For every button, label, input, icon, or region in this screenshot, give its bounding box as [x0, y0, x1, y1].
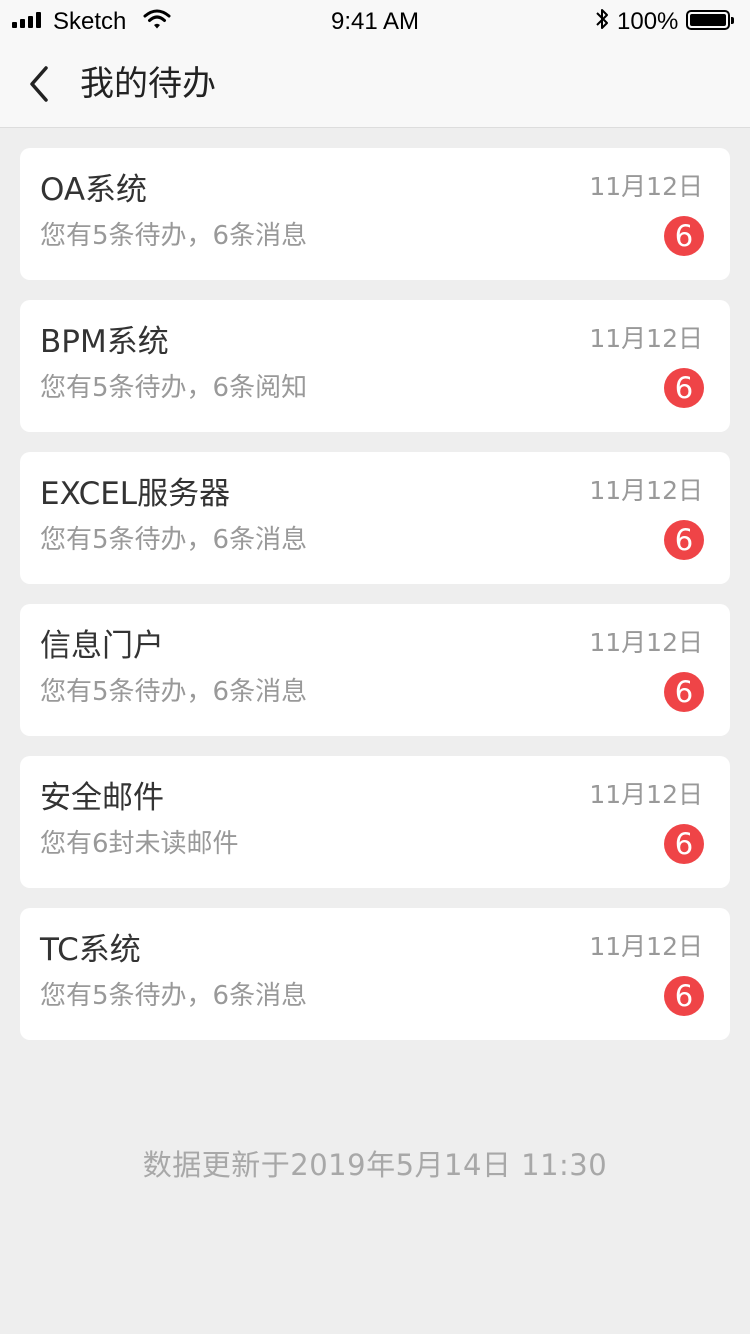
unread-badge: 6 [664, 824, 704, 864]
back-button[interactable] [22, 62, 62, 106]
unread-badge: 6 [664, 672, 704, 712]
battery-icon [686, 10, 734, 30]
unread-badge: 6 [664, 520, 704, 560]
unread-badge: 6 [664, 368, 704, 408]
todo-item-bpm[interactable]: BPM系统 您有5条待办，6条阅知 11月12日 6 [20, 300, 730, 432]
item-subtitle: 您有5条待办，6条消息 [40, 525, 308, 555]
item-date: 11月12日 [589, 780, 703, 809]
unread-badge: 6 [664, 216, 704, 256]
todo-list: OA系统 您有5条待办，6条消息 11月12日 6 BPM系统 您有5条待办，6… [20, 148, 730, 1060]
battery-percentage: 100% [617, 8, 679, 35]
bluetooth-icon [594, 6, 610, 39]
item-title: BPM系统 [40, 324, 169, 360]
chevron-left-icon [30, 66, 48, 102]
item-subtitle: 您有5条待办，6条阅知 [40, 373, 308, 403]
todo-item-portal[interactable]: 信息门户 您有5条待办，6条消息 11月12日 6 [20, 604, 730, 736]
item-date: 11月12日 [589, 628, 703, 657]
navigation-bar: 我的待办 [0, 40, 750, 128]
todo-item-excel[interactable]: EXCEL服务器 您有5条待办，6条消息 11月12日 6 [20, 452, 730, 584]
item-title: 安全邮件 [40, 780, 164, 816]
page-title: 我的待办 [80, 64, 216, 104]
todo-item-oa[interactable]: OA系统 您有5条待办，6条消息 11月12日 6 [20, 148, 730, 280]
item-subtitle: 您有5条待办，6条消息 [40, 221, 308, 251]
update-timestamp: 数据更新于2019年5月14日 11:30 [142, 1148, 608, 1182]
item-title: EXCEL服务器 [40, 476, 231, 512]
item-subtitle: 您有5条待办，6条消息 [40, 981, 308, 1011]
item-date: 11月12日 [589, 476, 703, 505]
item-subtitle: 您有5条待办，6条消息 [40, 677, 308, 707]
status-bar: Sketch 9:41 AM 100% [0, 0, 750, 40]
item-title: TC系统 [40, 932, 141, 968]
item-date: 11月12日 [589, 932, 703, 961]
item-subtitle: 您有6封未读邮件 [40, 829, 239, 859]
todo-item-tc[interactable]: TC系统 您有5条待办，6条消息 11月12日 6 [20, 908, 730, 1040]
todo-item-secure-mail[interactable]: 安全邮件 您有6封未读邮件 11月12日 6 [20, 756, 730, 888]
item-date: 11月12日 [589, 172, 703, 201]
unread-badge: 6 [664, 976, 704, 1016]
item-title: OA系统 [40, 172, 148, 208]
item-date: 11月12日 [589, 324, 703, 353]
item-title: 信息门户 [40, 628, 164, 664]
